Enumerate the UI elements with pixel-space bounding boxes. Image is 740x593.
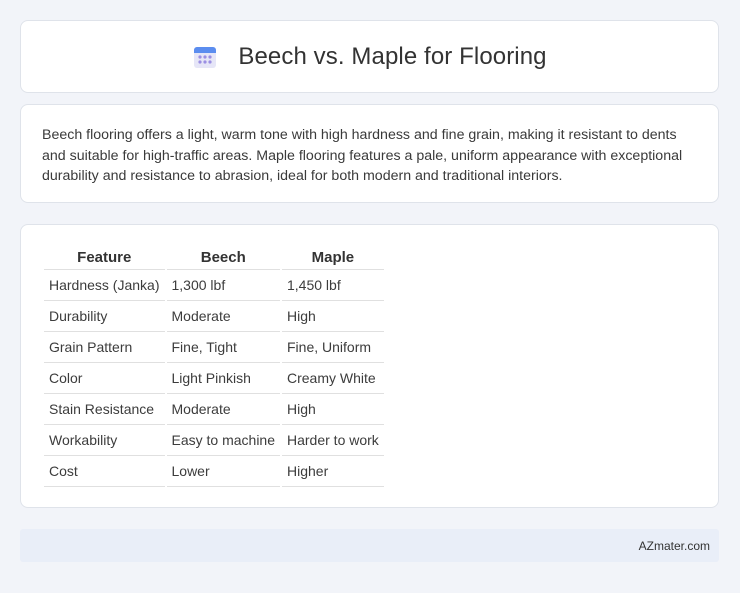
- column-header-maple: Maple: [282, 246, 384, 270]
- comparison-table-card: Feature Beech Maple Hardness (Janka) 1,3…: [20, 224, 719, 508]
- comparison-table: Feature Beech Maple Hardness (Janka) 1,3…: [42, 246, 386, 487]
- table-cell: Creamy White: [282, 363, 384, 394]
- column-header-feature: Feature: [44, 246, 165, 270]
- table-cell: Higher: [282, 456, 384, 487]
- calendar-icon: [192, 44, 218, 70]
- table-cell: 1,300 lbf: [166, 270, 280, 301]
- table-cell: Color: [44, 363, 165, 394]
- table-cell: Moderate: [166, 301, 280, 332]
- table-cell: Grain Pattern: [44, 332, 165, 363]
- table-row: Stain Resistance Moderate High: [44, 394, 384, 425]
- table-row: Hardness (Janka) 1,300 lbf 1,450 lbf: [44, 270, 384, 301]
- table-cell: Stain Resistance: [44, 394, 165, 425]
- table-cell: High: [282, 394, 384, 425]
- description-text: Beech flooring offers a light, warm tone…: [42, 127, 683, 184]
- table-cell: 1,450 lbf: [282, 270, 384, 301]
- table-cell: Fine, Uniform: [282, 332, 384, 363]
- footer-site-link[interactable]: AZmater.com: [639, 539, 710, 553]
- table-cell: Easy to machine: [166, 425, 280, 456]
- table-cell: Moderate: [166, 394, 280, 425]
- description-card: Beech flooring offers a light, warm tone…: [20, 104, 719, 203]
- table-cell: Cost: [44, 456, 165, 487]
- footer-bar: AZmater.com: [20, 529, 719, 562]
- table-row: Cost Lower Higher: [44, 456, 384, 487]
- table-row: Workability Easy to machine Harder to wo…: [44, 425, 384, 456]
- table-cell: Workability: [44, 425, 165, 456]
- table-header-row: Feature Beech Maple: [44, 246, 384, 270]
- table-row: Durability Moderate High: [44, 301, 384, 332]
- page-title: Beech vs. Maple for Flooring: [238, 42, 547, 70]
- table-cell: Durability: [44, 301, 165, 332]
- table-cell: High: [282, 301, 384, 332]
- table-cell: Fine, Tight: [166, 332, 280, 363]
- table-row: Grain Pattern Fine, Tight Fine, Uniform: [44, 332, 384, 363]
- table-cell: Harder to work: [282, 425, 384, 456]
- table-row: Color Light Pinkish Creamy White: [44, 363, 384, 394]
- table-cell: Hardness (Janka): [44, 270, 165, 301]
- table-cell: Light Pinkish: [166, 363, 280, 394]
- title-card: Beech vs. Maple for Flooring: [20, 20, 719, 93]
- table-cell: Lower: [166, 456, 280, 487]
- column-header-beech: Beech: [166, 246, 280, 270]
